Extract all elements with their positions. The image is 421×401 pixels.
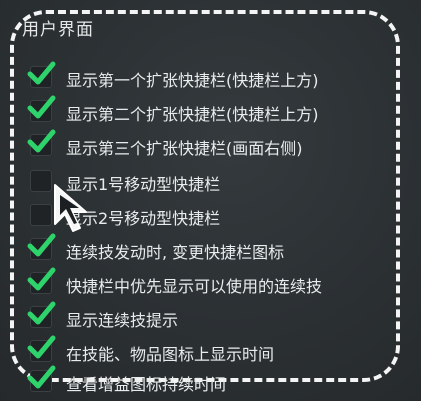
- checkmark-icon: [27, 335, 56, 359]
- checkbox[interactable]: [30, 170, 52, 192]
- option-label: 查看增益图标持续时间: [66, 375, 227, 394]
- checkmark-icon: [27, 61, 56, 85]
- checkmark-icon: [27, 233, 56, 257]
- option-label: 显示第二个扩张快捷栏(快捷栏上方): [66, 105, 319, 124]
- option-label: 显示第一个扩张快捷栏(快捷栏上方): [66, 71, 319, 90]
- option-row[interactable]: 连续技发动时, 变更快捷栏图标: [26, 233, 406, 268]
- option-row[interactable]: 显示第一个扩张快捷栏(快捷栏上方): [26, 61, 406, 96]
- settings-panel: 用户界面 显示第一个扩张快捷栏(快捷栏上方) 显示第二个扩张快捷栏(快捷栏上方)…: [0, 0, 421, 401]
- option-row[interactable]: 显示连续技提示: [26, 301, 406, 336]
- checkmark-icon: [27, 267, 56, 291]
- option-label: 显示第三个扩张快捷栏(画面右侧): [66, 139, 303, 158]
- checkmark-icon: [27, 95, 56, 119]
- checkmark-icon: [27, 301, 56, 325]
- checkbox[interactable]: [30, 204, 52, 226]
- checkmark-icon: [27, 129, 56, 153]
- option-label: 快捷栏中优先显示可以使用的连续技: [66, 277, 323, 296]
- mouse-pointer-icon: [54, 184, 87, 232]
- option-label: 在技能、物品图标上显示时间: [66, 345, 275, 364]
- option-row[interactable]: 查看增益图标持续时间: [26, 365, 406, 400]
- option-label: 连续技发动时, 变更快捷栏图标: [66, 243, 285, 262]
- option-row[interactable]: 显示第二个扩张快捷栏(快捷栏上方): [26, 95, 406, 130]
- option-row[interactable]: 在技能、物品图标上显示时间: [26, 335, 406, 370]
- option-label: 显示连续技提示: [66, 311, 179, 330]
- option-row[interactable]: 快捷栏中优先显示可以使用的连续技: [26, 267, 406, 302]
- option-row[interactable]: 显示第三个扩张快捷栏(画面右侧): [26, 129, 406, 164]
- checkmark-icon: [27, 365, 56, 389]
- section-title: 用户界面: [22, 20, 94, 40]
